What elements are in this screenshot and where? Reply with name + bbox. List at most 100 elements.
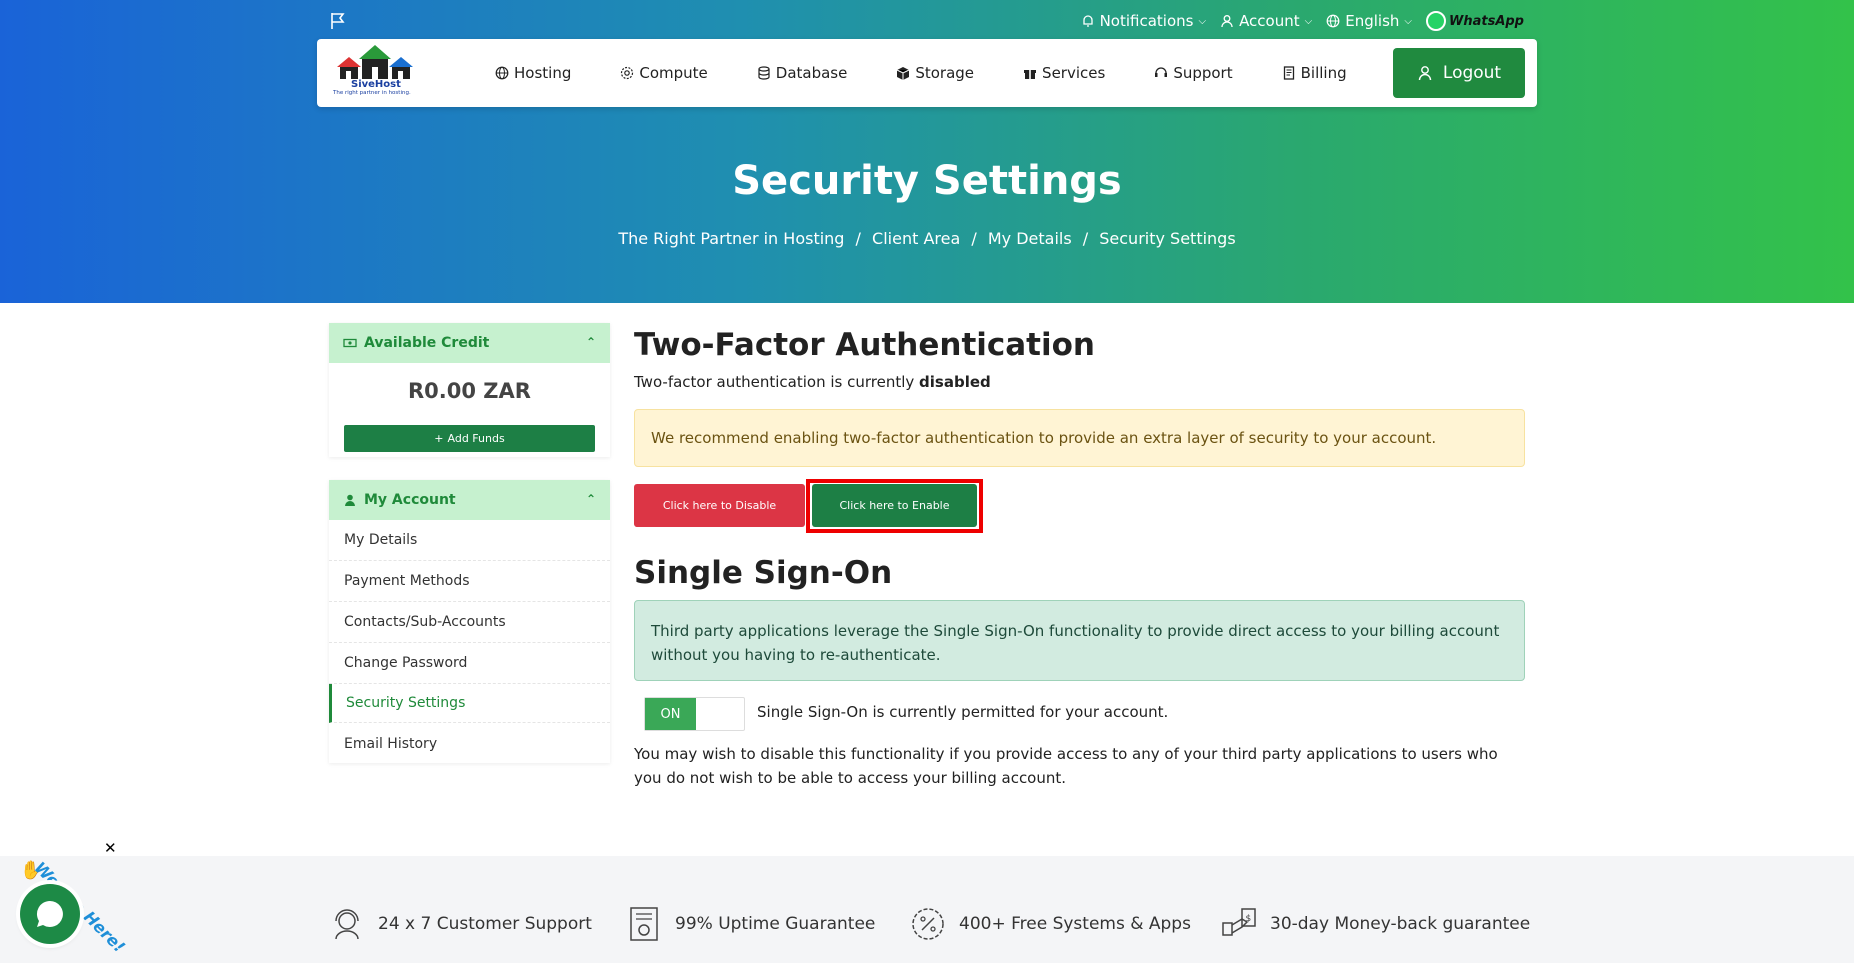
nav-item-database[interactable]: Database [757,64,847,82]
sso-note: You may wish to disable this functionali… [634,745,1498,787]
logout-button[interactable]: Logout [1393,48,1525,98]
language-label: English [1345,12,1400,30]
feature-apps: 400+ Free Systems & Apps [909,905,1191,943]
credit-amount: R0.00 ZAR [408,379,531,403]
credit-panel-header[interactable]: Available Credit ⌃ [329,323,610,363]
nav-label: Services [1042,64,1106,82]
breadcrumb: The Right Partner in Hosting / Client Ar… [0,229,1854,248]
feature-label: 24 x 7 Customer Support [378,914,592,934]
sso-toggle-on-label: ON [645,698,696,730]
whatsapp-icon [1426,11,1446,31]
feature-label: 400+ Free Systems & Apps [959,914,1191,934]
chevron-down-icon: ⌵ [1404,15,1412,27]
my-account-panel: My Account ⌃ My Details Payment Methods … [329,480,610,763]
main-navbar: SiveHost The right partner in hosting. H… [317,39,1537,107]
nav-menu: Hosting Compute Database Storage Service… [495,39,1396,107]
sidebar-item-contacts[interactable]: Contacts/Sub-Accounts [329,602,610,643]
account-menu[interactable]: Account ⌵ [1220,12,1312,30]
sso-info-alert: Third party applications leverage the Si… [634,600,1525,681]
globe-icon [1326,14,1340,28]
twofa-recommendation-alert: We recommend enabling two-factor authent… [634,409,1525,467]
nav-label: Support [1173,64,1233,82]
chat-bubble-icon [36,900,63,927]
flag-icon[interactable] [330,12,346,30]
nav-item-hosting[interactable]: Hosting [495,64,571,82]
breadcrumb-separator: / [971,229,977,248]
whatsapp-link[interactable]: WhatsApp [1426,11,1524,31]
sidebar-item-my-details[interactable]: My Details [329,520,610,561]
nav-label: Storage [915,64,975,82]
globe-icon [495,66,509,80]
logout-label: Logout [1442,63,1502,83]
bell-icon [1082,15,1093,27]
chevron-down-icon: ⌵ [1304,15,1313,27]
disable-2fa-button[interactable]: Click here to Disable [634,484,805,527]
notifications-label: Notifications [1099,12,1194,30]
headset-icon [1155,67,1168,77]
nav-item-services[interactable]: Services [1023,64,1105,82]
chevron-down-icon: ⌵ [1198,15,1207,27]
breadcrumb-link[interactable]: My Details [988,229,1072,248]
hero-banner: Notifications ⌵ Account ⌵ English ⌵ What… [0,0,1854,303]
chevron-up-icon[interactable]: ⌃ [586,492,596,506]
my-account-panel-header[interactable]: My Account ⌃ [329,480,610,520]
database-icon [758,66,770,80]
add-funds-button[interactable]: + Add Funds [344,425,595,452]
chat-close-icon[interactable]: ✕ [104,839,117,857]
language-menu[interactable]: English ⌵ [1326,12,1412,30]
nav-label: Hosting [514,64,572,82]
breadcrumb-separator: / [1082,229,1089,248]
money-back-icon: $ [1222,908,1256,936]
feature-label: 99% Uptime Guarantee [675,914,876,934]
breadcrumb-link[interactable]: The Right Partner in Hosting [618,229,844,248]
twofa-status-value: disabled [919,373,991,391]
credit-panel-title: Available Credit [364,335,490,351]
user-icon [345,494,355,506]
nav-item-billing[interactable]: Billing [1282,64,1347,82]
chevron-up-icon[interactable]: ⌃ [586,335,596,349]
feature-uptime: 99% Uptime Guarantee [625,905,875,943]
document-icon [1283,66,1294,80]
gift-icon [1024,70,1037,79]
sidebar-item-email-history[interactable]: Email History [329,723,610,764]
enable-2fa-button[interactable]: Click here to Enable [812,484,977,527]
breadcrumb-link[interactable]: Client Area [872,229,960,248]
page-title: Security Settings [732,158,1122,204]
nav-item-compute[interactable]: Compute [620,64,708,82]
nav-item-support[interactable]: Support [1154,64,1233,82]
whatsapp-label: WhatsApp [1449,13,1524,29]
box-icon [897,67,910,80]
logo-name: SiveHost [351,79,401,90]
sso-status: Single Sign-On is currently permitted fo… [757,703,1169,721]
sidebar-item-payment-methods[interactable]: Payment Methods [329,561,610,602]
certificate-icon [630,907,658,941]
breadcrumb-separator: / [855,229,861,248]
breadcrumb-current: Security Settings [1099,229,1236,248]
twofa-status-prefix: Two-factor authentication is currently [634,373,915,391]
account-label: Account [1239,12,1300,30]
sidebar-item-change-password[interactable]: Change Password [329,643,610,684]
nav-label: Compute [639,64,708,82]
twofa-status: Two-factor authentication is currently d… [634,373,991,391]
notifications-menu[interactable]: Notifications ⌵ [1081,12,1206,30]
support-agent-icon [335,909,359,940]
money-icon [343,338,357,348]
nav-item-storage[interactable]: Storage [896,64,974,82]
add-funds-label: Add Funds [447,432,505,445]
logo-tagline: The right partner in hosting. [333,90,411,96]
sso-heading: Single Sign-On [634,555,893,591]
plus-icon: + [434,432,444,445]
nav-label: Billing [1300,64,1347,82]
top-utility-bar: Notifications ⌵ Account ⌵ English ⌵ What… [0,8,1854,34]
sso-toggle[interactable]: ON [644,697,745,731]
feature-support: 24 x 7 Customer Support [328,905,592,943]
chat-button[interactable] [20,884,80,944]
user-icon [1418,66,1432,81]
credit-panel: Available Credit ⌃ R0.00 ZAR + Add Funds [329,323,610,457]
sidebar-item-security-settings[interactable]: Security Settings [329,684,610,723]
feature-money-back: $ 30-day Money-back guarantee [1220,905,1530,943]
twofa-heading: Two-Factor Authentication [634,327,1095,363]
gear-icon [621,66,634,80]
feature-label: 30-day Money-back guarantee [1270,914,1531,934]
discount-badge-icon [912,908,944,940]
